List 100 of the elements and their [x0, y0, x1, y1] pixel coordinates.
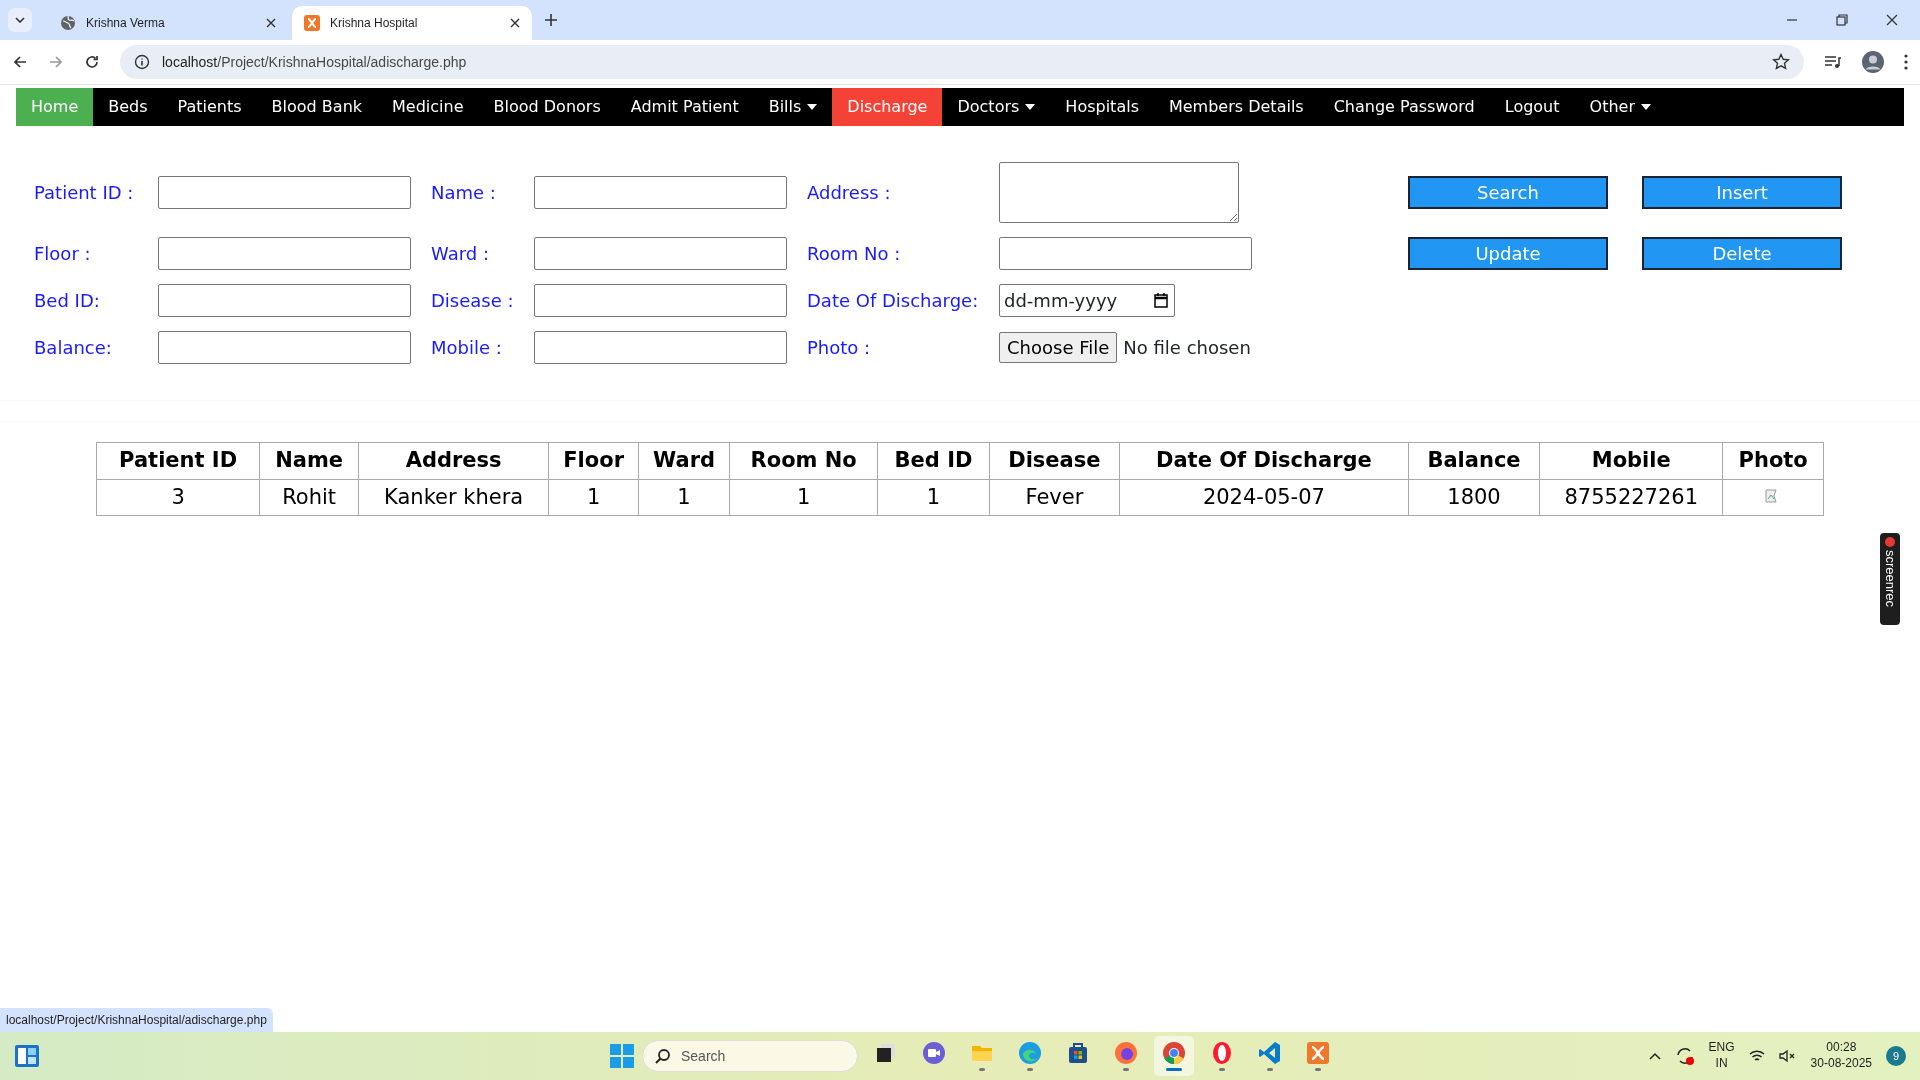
table-cell: Rohit — [259, 479, 359, 516]
field-label: Bed ID: — [34, 289, 101, 313]
column-header: Mobile — [1539, 442, 1723, 479]
input-field[interactable] — [158, 237, 411, 270]
field-label: Floor : — [34, 242, 92, 266]
caret-icon — [807, 104, 818, 110]
nav-link[interactable]: Medicine — [377, 88, 479, 126]
table-cell: 1 — [877, 479, 990, 516]
input-field[interactable] — [534, 237, 787, 270]
caret-icon — [1025, 104, 1036, 110]
clock-date: 30-08-2025 — [1810, 1056, 1872, 1072]
forward-icon[interactable] — [48, 54, 64, 70]
table-cell: Fever — [989, 479, 1120, 516]
reload-icon[interactable] — [84, 54, 100, 70]
clock-time: 00:28 — [1826, 1040, 1857, 1056]
input-field[interactable] — [158, 284, 411, 317]
windows-start-icon[interactable] — [610, 1044, 634, 1068]
search-placeholder: Search — [681, 1046, 726, 1066]
taskbar-search[interactable]: Search — [642, 1040, 858, 1072]
table-cell: 1 — [729, 479, 878, 516]
tab-title: Krishna Verma — [86, 15, 166, 32]
ring-logo-icon — [1210, 1041, 1234, 1065]
nav-link[interactable]: Blood Donors — [478, 88, 616, 126]
table-cell: 2024-05-07 — [1119, 479, 1409, 516]
input-field[interactable] — [534, 284, 787, 317]
table-cell: 1800 — [1408, 479, 1540, 516]
input-field[interactable] — [999, 237, 1252, 270]
media-icon[interactable] — [1824, 54, 1842, 70]
nav-link[interactable]: Doctors — [942, 88, 1051, 126]
nav-link[interactable]: Beds — [93, 88, 163, 126]
language-text: ENG — [1708, 1040, 1735, 1056]
nav-link[interactable]: Patients — [162, 88, 257, 126]
column-header: Ward — [638, 442, 730, 479]
recorder-widget[interactable]: screenrec — [1880, 533, 1900, 625]
field-label: Balance: — [34, 336, 113, 360]
star-icon[interactable] — [1772, 53, 1790, 71]
back-icon[interactable] — [12, 54, 28, 70]
calendar-icon[interactable] — [1154, 293, 1168, 308]
window-stack-icon — [874, 1041, 898, 1065]
browser-tab[interactable]: Krishna Hospital — [292, 6, 532, 40]
address-field[interactable] — [999, 162, 1239, 223]
field-label: Ward : — [430, 242, 490, 266]
field-label: Patient ID : — [34, 181, 135, 205]
notification-badge[interactable]: 9 — [1886, 1046, 1906, 1066]
input-field[interactable] — [158, 176, 411, 209]
avatar-icon[interactable] — [1862, 51, 1884, 73]
info-icon[interactable] — [134, 54, 150, 70]
choose-file-button[interactable]: Choose File — [999, 332, 1118, 363]
more-icon[interactable] — [1904, 54, 1908, 70]
caret-icon — [1640, 104, 1651, 110]
speaker-muted-icon[interactable] — [1778, 1049, 1797, 1063]
nav-link[interactable]: Logout — [1489, 88, 1575, 126]
table-cell: 3 — [96, 479, 260, 516]
nav-link[interactable]: Other — [1574, 88, 1666, 126]
close-icon[interactable] — [510, 18, 520, 28]
tab-list-icon[interactable] — [15, 17, 25, 23]
sync-icon[interactable] — [1674, 1046, 1695, 1066]
nav-link[interactable]: Change Password — [1318, 88, 1490, 126]
nav-link[interactable]: Admit Patient — [615, 88, 754, 126]
search-icon — [655, 1048, 671, 1064]
video-chat-icon — [922, 1041, 946, 1065]
close-icon[interactable] — [1886, 14, 1898, 26]
address-bar[interactable]: localhost/Project/KrishnaHospital/adischarge.php — [120, 45, 1804, 79]
nav-link[interactable]: Discharge — [832, 88, 943, 126]
clock[interactable]: 00:28 30-08-2025 — [1810, 1040, 1872, 1072]
nav-link[interactable]: Bills — [753, 88, 833, 126]
column-header: Disease — [989, 442, 1120, 479]
column-header: Room No — [729, 442, 878, 479]
nav-link[interactable]: Members Details — [1153, 88, 1319, 126]
field-label: Address : — [806, 181, 892, 205]
close-icon[interactable] — [266, 18, 276, 28]
code-editor-icon — [1258, 1041, 1282, 1065]
field-label: Mobile : — [430, 336, 503, 360]
date-field[interactable]: dd-mm-yyyy — [999, 284, 1175, 317]
field-label: Disease : — [430, 289, 515, 313]
nav-link[interactable]: Hospitals — [1050, 88, 1154, 126]
browser-wave-icon — [1018, 1041, 1042, 1065]
chevron-up-icon[interactable] — [1648, 1052, 1661, 1060]
url-text: localhost/Project/KrishnaHospital/adischarge.php — [162, 52, 467, 72]
column-header: Floor — [548, 442, 639, 479]
date-placeholder: dd-mm-yyyy — [1004, 289, 1118, 313]
widgets-icon[interactable] — [14, 1044, 40, 1068]
logo-icon — [304, 15, 320, 31]
field-label: Photo : — [806, 336, 872, 360]
column-header: Photo — [1722, 442, 1824, 479]
input-field[interactable] — [534, 331, 787, 364]
column-header: Date Of Discharge — [1119, 442, 1409, 479]
input-field[interactable] — [534, 176, 787, 209]
column-header: Address — [358, 442, 549, 479]
restore-icon[interactable] — [1836, 14, 1848, 26]
wifi-icon[interactable] — [1748, 1049, 1765, 1063]
column-header: Bed ID — [877, 442, 990, 479]
browser-tab[interactable]: Krishna Verma — [48, 6, 288, 40]
language-indicator[interactable]: ENG IN — [1708, 1040, 1735, 1072]
field-label: Name : — [430, 181, 497, 205]
table-cell: 1 — [638, 479, 730, 516]
nav-link[interactable]: Blood Bank — [256, 88, 378, 126]
logo-icon — [1306, 1041, 1330, 1065]
input-field[interactable] — [158, 331, 411, 364]
new-tab-icon[interactable] — [544, 13, 558, 27]
